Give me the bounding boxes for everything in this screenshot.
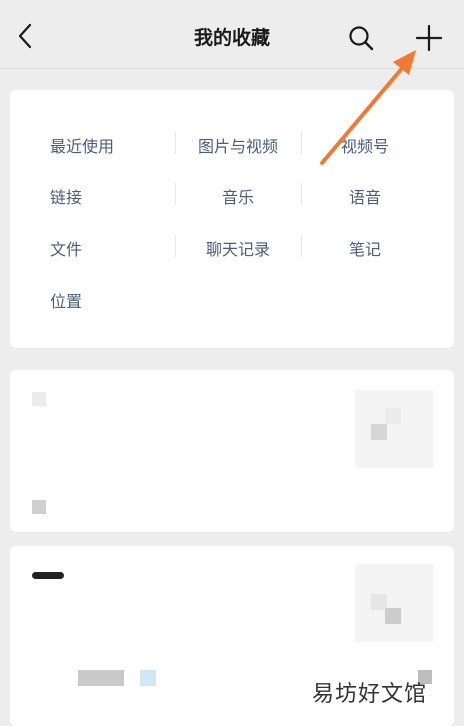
back-arrow-icon[interactable] [14,22,38,50]
blurred-source [78,670,124,686]
nav-bar: 我的收藏 [0,0,464,69]
category-channels[interactable]: 视频号 [302,133,428,157]
category-links[interactable]: 链接 [50,184,176,208]
divider [301,235,302,257]
blurred-text [32,572,64,579]
category-chat-history[interactable]: 聊天记录 [175,236,301,260]
divider [175,235,176,257]
thumbnail [355,390,433,468]
add-icon[interactable] [415,24,443,52]
thumbnail [355,564,433,642]
category-notes[interactable]: 笔记 [302,236,428,260]
favorite-item[interactable] [10,370,454,532]
search-icon[interactable] [348,25,374,51]
category-card: 最近使用 图片与视频 视频号 链接 音乐 语音 文件 聊天记录 笔记 位置 [10,90,454,348]
category-location[interactable]: 位置 [50,288,176,312]
divider [301,132,302,154]
category-recent[interactable]: 最近使用 [50,133,176,157]
blurred-text [32,392,46,406]
category-voice[interactable]: 语音 [302,184,428,208]
category-images-videos[interactable]: 图片与视频 [175,133,301,157]
divider [175,132,176,154]
watermark-text: 易坊好文馆 [312,682,428,707]
category-files[interactable]: 文件 [50,236,176,260]
category-music[interactable]: 音乐 [175,184,301,208]
divider [175,183,176,205]
page-title: 我的收藏 [193,27,270,49]
blurred-source [32,500,46,514]
divider [301,183,302,205]
blurred-tag [140,670,156,686]
